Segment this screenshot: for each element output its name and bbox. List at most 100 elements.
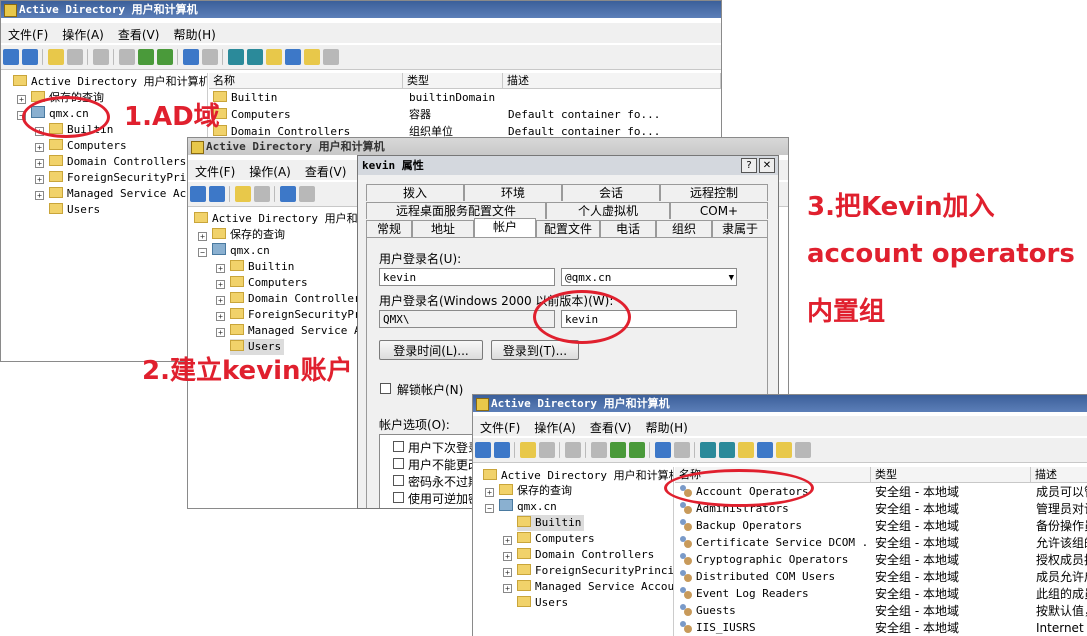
group-row-name[interactable]: IIS_IUSRS — [679, 620, 869, 636]
properties-icon[interactable] — [119, 49, 135, 65]
new-user-icon[interactable] — [700, 442, 716, 458]
tab-profile[interactable]: 配置文件 — [536, 220, 600, 237]
group-row-name[interactable]: Guests — [679, 603, 869, 619]
menu-view[interactable]: 查看(V) — [298, 160, 354, 183]
logon-to-button[interactable]: 登录到(T)... — [491, 340, 579, 360]
menu-view[interactable]: 查看(V) — [111, 23, 167, 46]
new-group-icon[interactable] — [247, 49, 263, 65]
help-icon[interactable] — [183, 49, 199, 65]
tree-domain-controllers[interactable]: Domain Controllers — [230, 291, 360, 307]
option-checkbox[interactable] — [393, 441, 404, 452]
expand-saved-queries[interactable]: + — [198, 232, 207, 241]
tree-root[interactable]: Active Directory 用户和计算机 — [483, 468, 673, 484]
action-pane-icon[interactable] — [202, 49, 218, 65]
export-list-icon[interactable] — [157, 49, 173, 65]
collapse-domain[interactable]: − — [198, 248, 207, 257]
window-3-titlebar[interactable]: Active Directory 用户和计算机 — [473, 395, 1087, 412]
window-1-titlebar[interactable]: Active Directory 用户和计算机 — [1, 1, 721, 18]
up-folder-icon[interactable] — [520, 442, 536, 458]
tab-environment[interactable]: 环境 — [464, 184, 562, 201]
find-icon[interactable] — [304, 49, 320, 65]
group-row-name[interactable]: Cryptographic Operators — [679, 552, 869, 568]
forward-arrow-icon[interactable] — [494, 442, 510, 458]
expand-computers[interactable]: + — [503, 536, 512, 545]
tab-telephones[interactable]: 电话 — [600, 220, 656, 237]
menu-file[interactable]: 文件(F) — [1, 23, 55, 46]
new-user-icon[interactable] — [228, 49, 244, 65]
tree-foreign-security-principals[interactable]: ForeignSecurityPrincip — [517, 563, 673, 579]
export-list-icon[interactable] — [629, 442, 645, 458]
upn-suffix-select[interactable]: @qmx.cn ▼ — [561, 268, 737, 286]
expand-saved-queries[interactable]: + — [485, 488, 494, 497]
expand-msa[interactable]: + — [216, 328, 225, 337]
tab-member-of[interactable]: 隶属于 — [712, 220, 768, 237]
column-header-type[interactable]: 类型 — [871, 467, 1031, 483]
refresh-icon[interactable] — [138, 49, 154, 65]
expand-msa[interactable]: + — [503, 584, 512, 593]
menu-file[interactable]: 文件(F) — [188, 160, 242, 183]
group-row-name[interactable]: Distributed COM Users — [679, 569, 869, 585]
option-checkbox[interactable] — [393, 492, 404, 503]
tree-managed-service-accounts[interactable]: Managed Service Ac — [230, 323, 360, 339]
tab-sessions[interactable]: 会话 — [562, 184, 660, 201]
up-folder-icon[interactable] — [235, 186, 251, 202]
menu-action[interactable]: 操作(A) — [242, 160, 298, 183]
column-header-description[interactable]: 描述 — [503, 73, 721, 89]
expand-domain-controllers[interactable]: + — [503, 552, 512, 561]
dialog-titlebar[interactable]: kevin 属性 — [358, 156, 778, 175]
column-header-type[interactable]: 类型 — [403, 73, 503, 89]
tree-computers[interactable]: Computers — [517, 531, 595, 547]
menu-file[interactable]: 文件(F) — [473, 416, 527, 439]
console-tree-icon[interactable] — [254, 186, 270, 202]
tree-computers[interactable]: Computers — [230, 275, 308, 291]
column-header-description[interactable]: 描述 — [1031, 467, 1087, 483]
forward-arrow-icon[interactable] — [22, 49, 38, 65]
new-ou-icon[interactable] — [738, 442, 754, 458]
add-to-group-icon[interactable] — [323, 49, 339, 65]
tree-root[interactable]: Active Directory 用户和计算机 — [13, 74, 207, 90]
console-tree-icon[interactable] — [67, 49, 83, 65]
expand-msa[interactable]: + — [35, 191, 44, 200]
tree-managed-service-accounts[interactable]: Managed Service Accour — [517, 579, 673, 595]
group-row-name[interactable]: Event Log Readers — [679, 586, 869, 602]
tree-managed-service-accounts[interactable]: Managed Service Acco — [49, 186, 199, 202]
dialog-close-button[interactable]: ✕ — [759, 158, 775, 173]
tab-organization[interactable]: 组织 — [656, 220, 712, 237]
tab-remote-control[interactable]: 远程控制 — [660, 184, 768, 201]
expand-computers[interactable]: + — [35, 143, 44, 152]
logon-name-input[interactable]: kevin — [379, 268, 555, 286]
dialog-help-button[interactable]: ? — [741, 158, 757, 173]
console-tree-icon[interactable] — [539, 442, 555, 458]
group-row-name[interactable]: Backup Operators — [679, 518, 869, 534]
expand-domain-controllers[interactable]: + — [35, 159, 44, 168]
unlock-account-checkbox[interactable] — [380, 383, 391, 394]
refresh-icon[interactable] — [610, 442, 626, 458]
tree-computers[interactable]: Computers — [49, 138, 127, 154]
filter-icon[interactable] — [285, 49, 301, 65]
tree-foreign-security-principals[interactable]: ForeignSecurityPrinc — [49, 170, 199, 186]
help-icon[interactable] — [655, 442, 671, 458]
tree-domain-controllers[interactable]: Domain Controllers — [49, 154, 186, 170]
list-item[interactable]: Builtin — [213, 90, 277, 106]
tab-address[interactable]: 地址 — [412, 220, 474, 237]
group-row-name[interactable]: Certificate Service DCOM ... — [679, 535, 869, 551]
menu-view[interactable]: 查看(V) — [583, 416, 639, 439]
expand-fsp[interactable]: + — [216, 312, 225, 321]
menu-help[interactable]: 帮助(H) — [166, 23, 222, 46]
menu-action[interactable]: 操作(A) — [527, 416, 583, 439]
tree-root[interactable]: Active Directory 用户和计 — [194, 211, 360, 227]
filter-icon[interactable] — [757, 442, 773, 458]
copy-icon[interactable] — [565, 442, 581, 458]
tab-personal-vm[interactable]: 个人虚拟机 — [546, 202, 670, 219]
expand-saved-queries[interactable]: + — [17, 95, 26, 104]
tree-users[interactable]: Users — [517, 595, 568, 611]
cut-icon[interactable] — [280, 186, 296, 202]
tree-builtin[interactable]: Builtin — [230, 259, 294, 275]
tab-rds-profile[interactable]: 远程桌面服务配置文件 — [366, 202, 546, 219]
up-folder-icon[interactable] — [48, 49, 64, 65]
back-arrow-icon[interactable] — [475, 442, 491, 458]
tree-users[interactable]: Users — [49, 202, 100, 218]
collapse-domain[interactable]: − — [485, 504, 494, 513]
tree-saved-queries[interactable]: 保存的查询 — [212, 227, 285, 243]
option-checkbox[interactable] — [393, 458, 404, 469]
